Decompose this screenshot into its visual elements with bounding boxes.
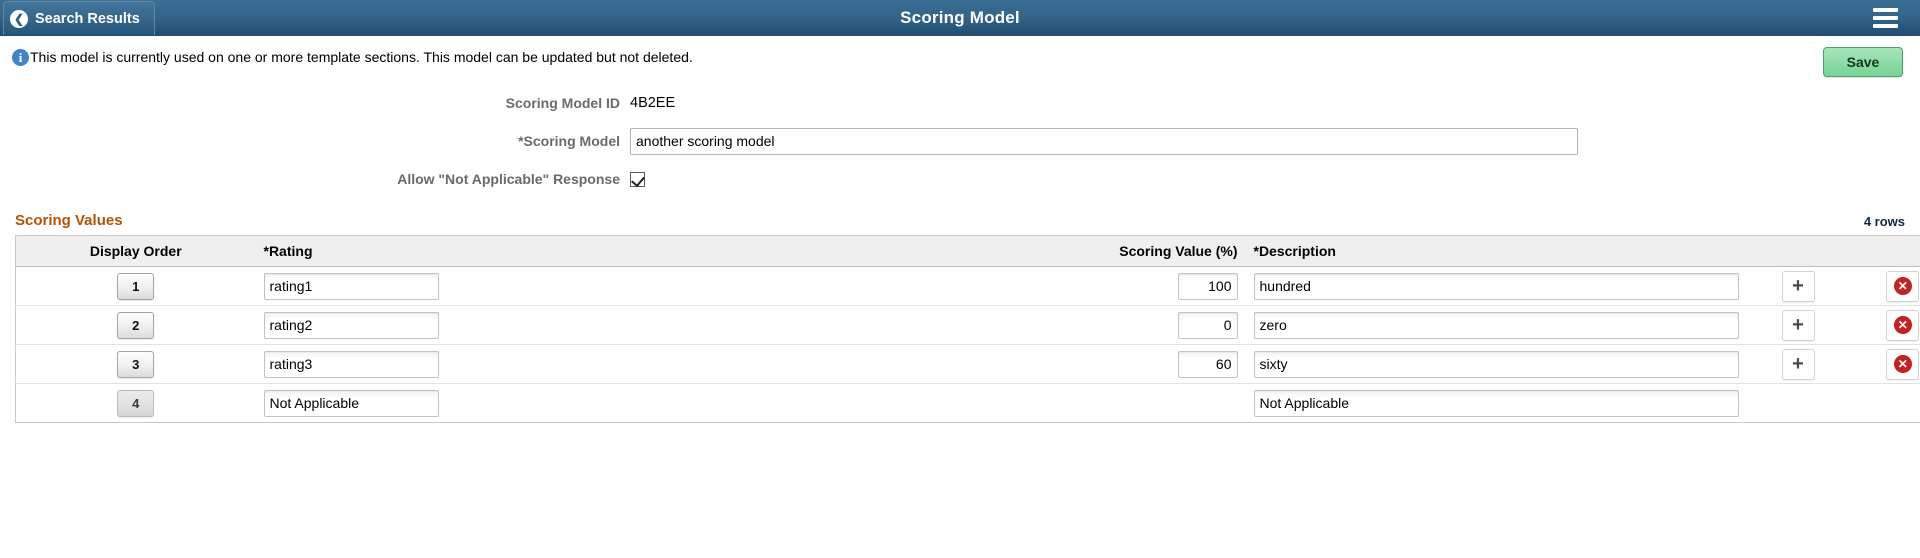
cell-scoring-value [996,384,1246,423]
allow-na-checkbox[interactable] [630,171,645,187]
hamburger-menu-icon[interactable] [1873,8,1898,28]
scoring-values-table: Display Order *Rating Scoring Value (%) … [15,235,1920,423]
add-row-button[interactable]: + [1781,270,1815,302]
display-order-button: 4 [117,389,155,417]
delete-row-button[interactable]: ✕ [1886,270,1920,302]
cell-display-order: 2 [15,305,256,345]
scoring-value-input[interactable] [1177,350,1238,378]
cell-scoring-value [995,305,1246,345]
column-header-scoring-value[interactable]: Scoring Value (%) [995,235,1246,267]
delete-circle-icon: ✕ [1893,316,1912,334]
back-button-label: Search Results [35,10,140,27]
add-row-button[interactable]: + [1781,309,1815,341]
app-header: ❮ Search Results Scoring Model [0,0,1920,36]
message-bar: i This model is currently used on one or… [0,36,1920,82]
delete-row-button[interactable]: ✕ [1886,309,1920,341]
cell-rating [255,266,996,306]
hamburger-bar [1873,8,1898,12]
table-row: 4 [16,384,1920,423]
scoring-model-input[interactable] [630,127,1578,155]
rating-input[interactable] [263,272,439,300]
table-header: Display Order *Rating Scoring Value (%) … [15,235,1920,267]
delete-circle-icon: ✕ [1893,355,1912,373]
cell-display-order: 1 [15,266,256,306]
rating-input[interactable] [263,389,439,417]
delete-circle-icon: ✕ [1893,277,1912,295]
column-header-add [1745,235,1851,267]
cell-delete [1851,384,1920,423]
save-button[interactable]: Save [1823,47,1903,77]
scoring-model-form: Scoring Model ID 4B2EE *Scoring Model Al… [0,82,1920,198]
cell-description [1245,344,1746,384]
cell-rating [256,384,996,423]
row-count-label: 4 rows [1863,214,1905,229]
hamburger-bar [1873,16,1898,20]
cell-delete: ✕ [1850,266,1920,306]
add-row-button[interactable]: + [1781,348,1815,380]
display-order-button[interactable]: 2 [117,311,155,339]
cell-description [1245,305,1746,345]
table-header-row: Display Order *Rating Scoring Value (%) … [15,235,1920,267]
cell-rating [255,305,996,345]
scoring-values-section: Scoring Values 4 rows Display Order *Rat… [0,212,1920,423]
cell-display-order: 4 [16,384,256,423]
description-input[interactable] [1253,311,1739,339]
plus-icon: + [1792,275,1804,297]
cell-delete: ✕ [1850,305,1920,345]
column-header-description[interactable]: *Description [1245,235,1746,267]
description-input[interactable] [1253,272,1739,300]
allow-na-label: Allow "Not Applicable" Response [397,171,620,187]
cell-add [1746,384,1851,423]
rating-input[interactable] [263,311,439,339]
cell-add: + [1745,344,1851,384]
column-header-display-order[interactable]: Display Order [15,235,256,267]
plus-icon: + [1792,353,1804,375]
cell-add: + [1745,305,1851,345]
model-id-value: 4B2EE [630,95,676,111]
scoring-value-input[interactable] [1177,272,1238,300]
cell-delete: ✕ [1850,344,1920,384]
cell-rating [255,344,996,384]
model-id-label: Scoring Model ID [505,95,620,111]
cell-scoring-value [995,266,1246,306]
display-order-button[interactable]: 1 [117,272,155,300]
back-to-search-results-button[interactable]: ❮ Search Results [3,1,155,35]
delete-row-button[interactable]: ✕ [1886,348,1920,380]
scoring-model-label: *Scoring Model [518,133,620,149]
cell-description [1245,266,1746,306]
table-row: 2 + ✕ [15,305,1920,345]
field-row-allow-na: Allow "Not Applicable" Response [0,160,1920,198]
cell-scoring-value [995,344,1246,384]
page-title: Scoring Model [900,8,1020,27]
plus-icon: + [1792,314,1804,336]
cell-add: + [1745,266,1851,306]
table-row: 1 + ✕ [15,266,1920,306]
info-message: i This model is currently used on one or… [12,48,693,66]
table-body: 1 + ✕ 2 + ✕ 3 + ✕ 4 [15,266,1920,423]
scoring-value-input[interactable] [1177,311,1238,339]
rating-input[interactable] [263,350,439,378]
info-message-text: This model is currently used on one or m… [30,49,693,65]
hamburger-bar [1873,24,1898,28]
column-header-delete [1850,235,1920,267]
cell-display-order: 3 [15,344,256,384]
info-icon: i [12,49,29,66]
table-row: 3 + ✕ [15,344,1920,384]
cell-description [1246,384,1746,423]
description-input[interactable] [1253,350,1739,378]
description-input[interactable] [1253,389,1739,417]
display-order-button[interactable]: 3 [117,350,155,378]
field-row-scoring-model: *Scoring Model [0,122,1920,160]
chevron-left-icon: ❮ [10,9,28,28]
column-header-rating[interactable]: *Rating [255,235,996,267]
field-row-model-id: Scoring Model ID 4B2EE [0,84,1920,122]
scoring-values-title: Scoring Values [15,212,123,229]
